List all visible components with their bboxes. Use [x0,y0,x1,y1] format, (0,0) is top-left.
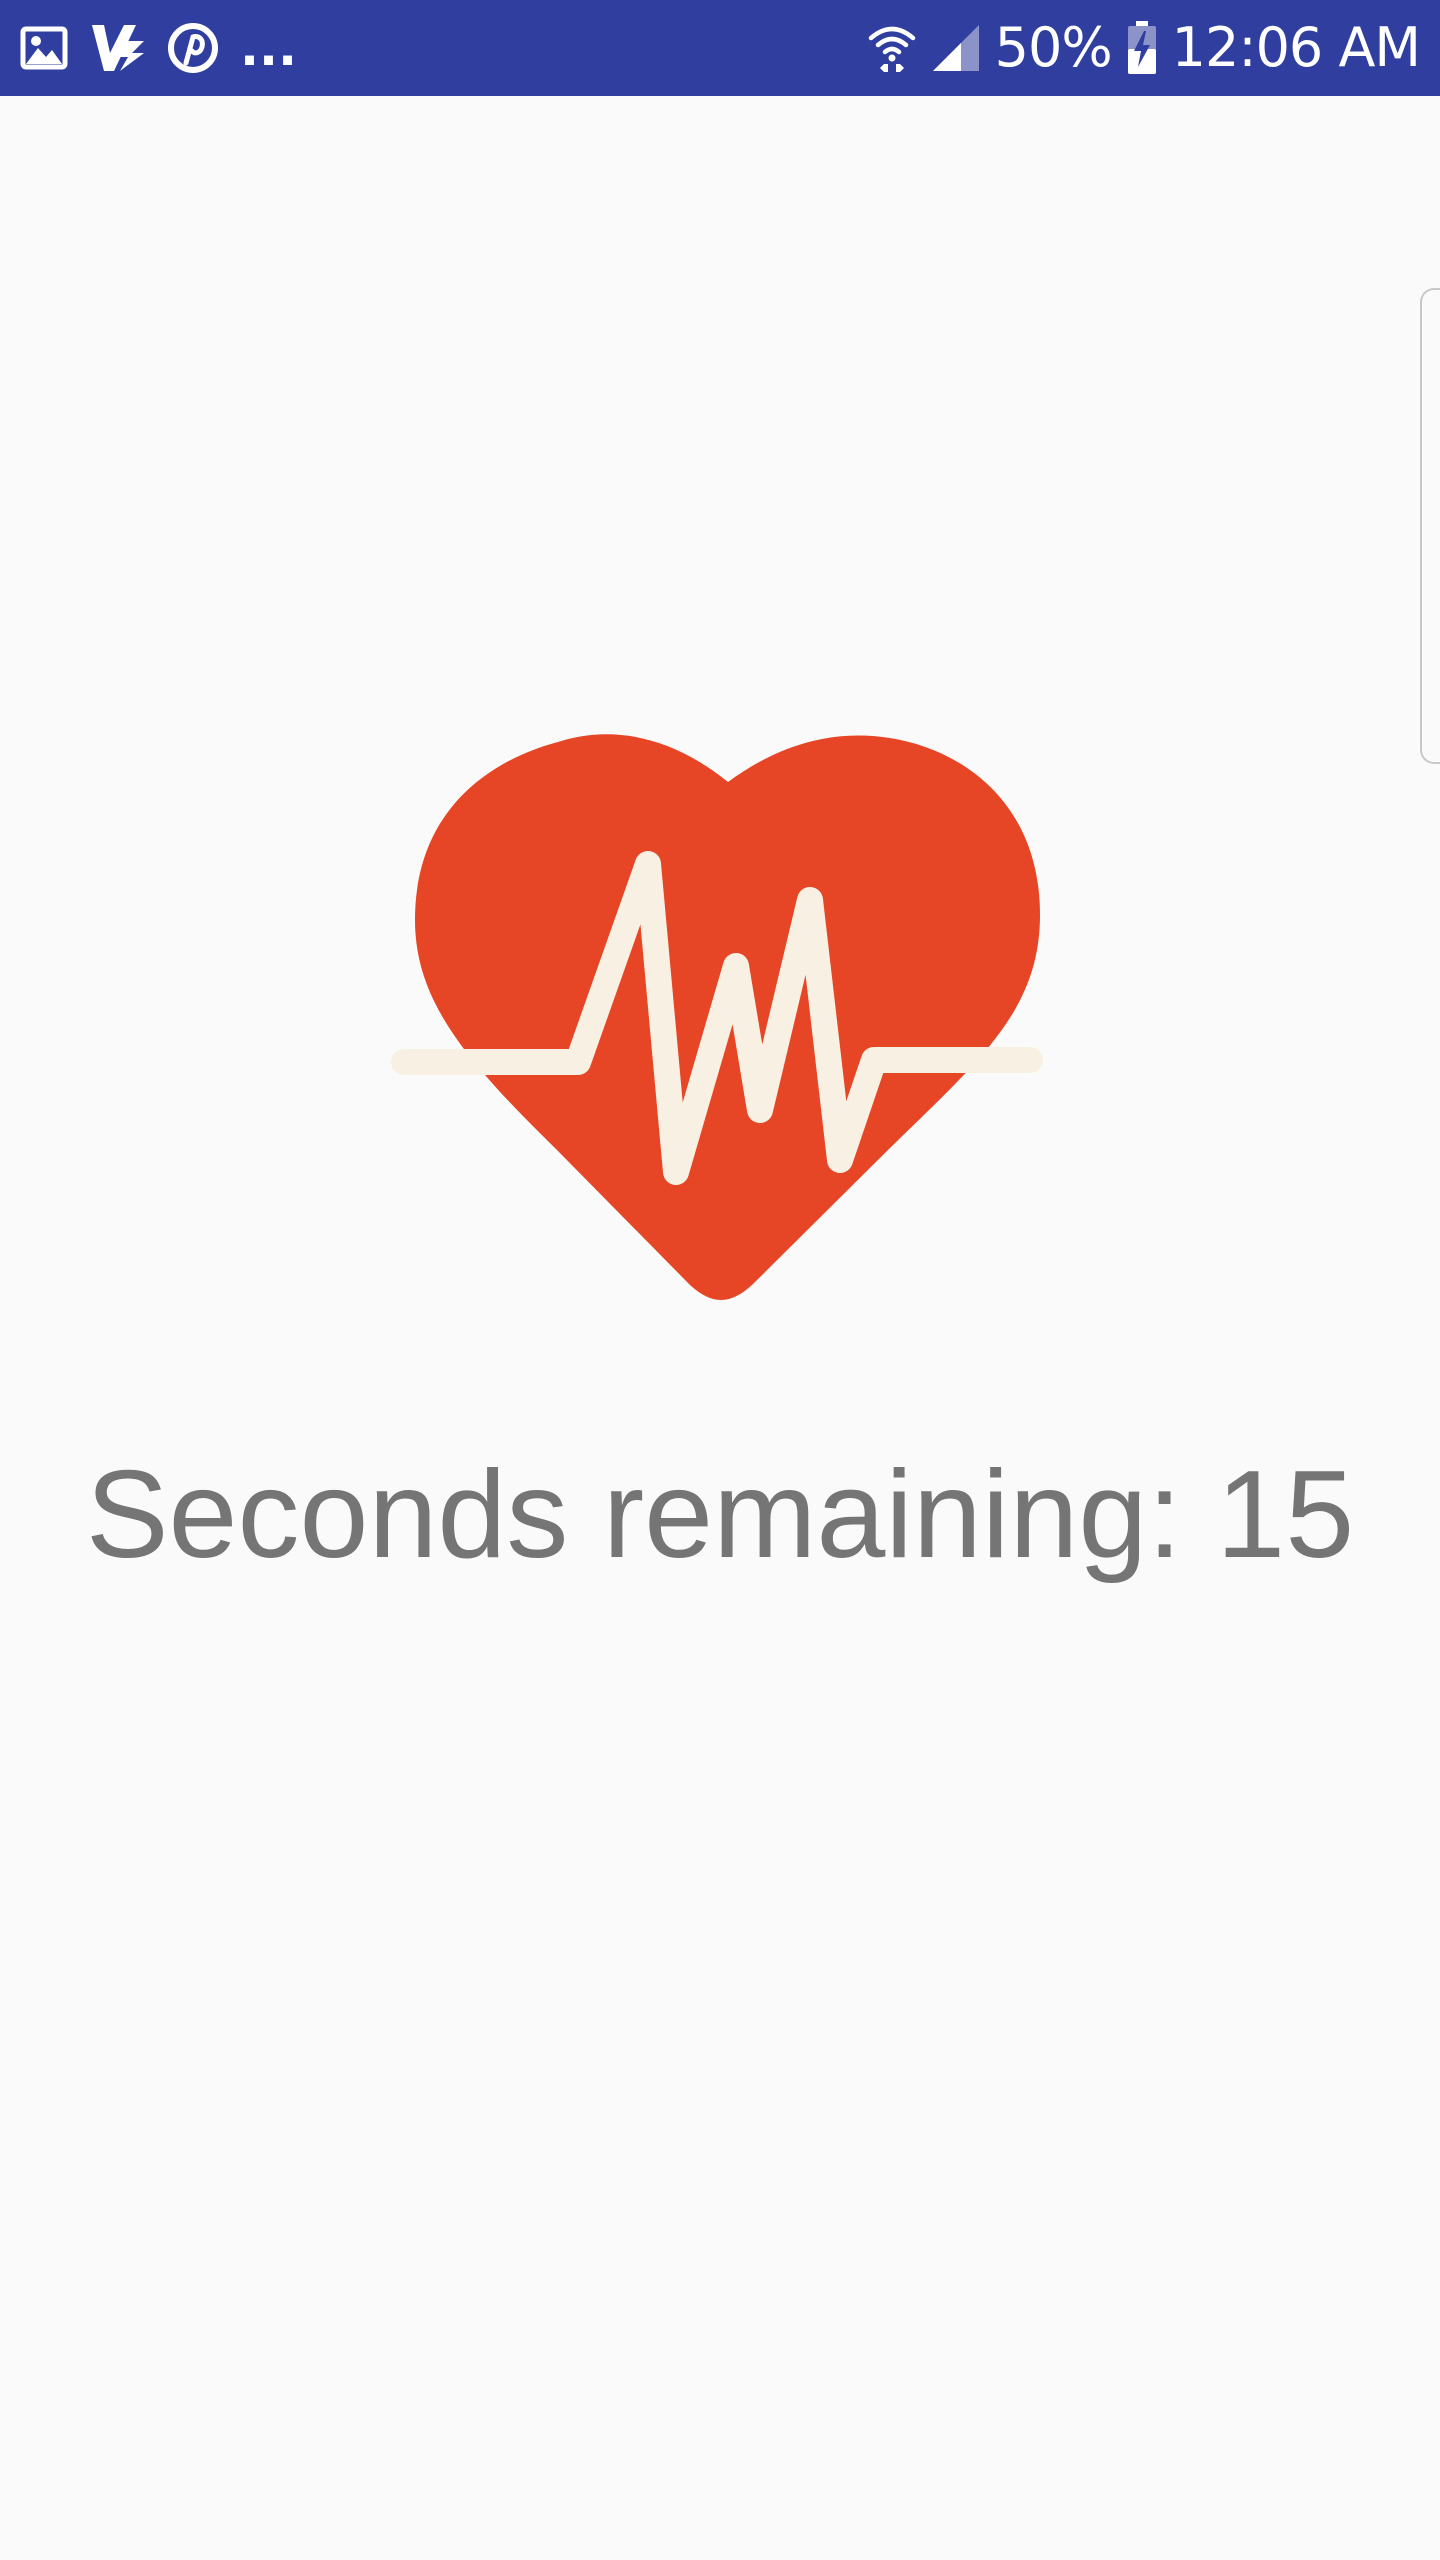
battery-percent: 50% [994,16,1113,79]
status-time: 12:06 AM [1171,16,1421,79]
wifi-icon [867,22,917,74]
pinterest-icon [168,23,218,73]
heart-pulse-icon [390,730,1050,1310]
status-bar: ... 50% 12:06 AM [0,0,1440,96]
app-screen: ... 50% 12:06 AM Seconds remaining: 15 [0,0,1440,2560]
seconds-remaining-label: Seconds remaining: 15 [85,1446,1355,1584]
status-bar-right: 50% 12:06 AM [853,0,1421,96]
gallery-icon [20,26,68,70]
overflow-indicator: ... [240,19,297,77]
edge-panel-handle[interactable] [1420,288,1440,764]
status-bar-left: ... [20,0,319,96]
signal-icon [931,23,981,73]
battery-charging-icon [1126,21,1158,75]
vpn-icon [90,23,146,73]
